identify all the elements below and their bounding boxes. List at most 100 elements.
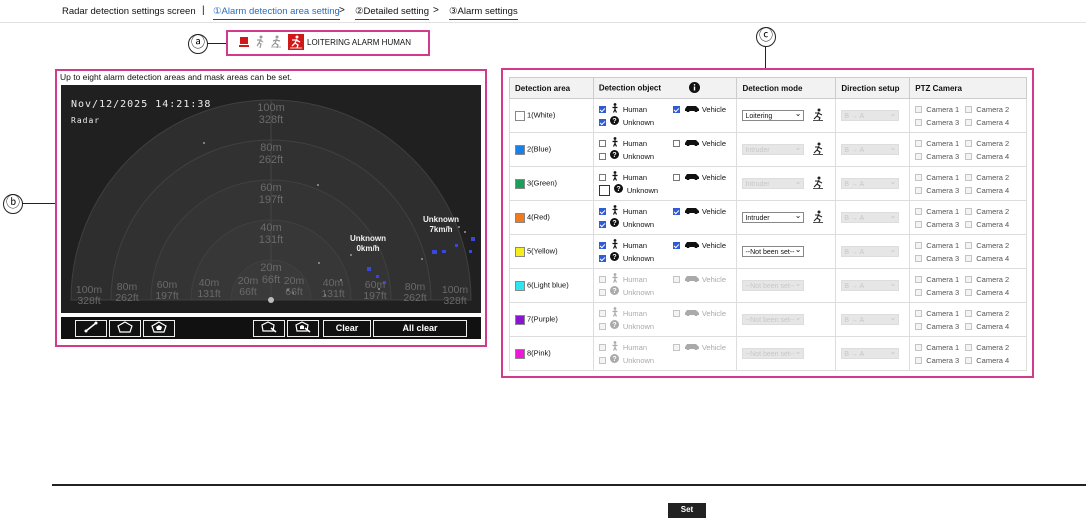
area-label: 1(White) [527, 111, 556, 120]
checkbox[interactable] [598, 153, 606, 161]
baseline-range-label: 197ft [363, 290, 386, 302]
checkbox[interactable] [598, 185, 610, 197]
area-cell: 6(Light blue) [509, 268, 594, 303]
table-row: 3(Green) Human Vehicle? Unknown Intruder B → … [509, 166, 1027, 201]
area-label: 8(Pink) [527, 349, 551, 358]
area-label: 6(Light blue) [527, 281, 569, 290]
human-label: Human [622, 308, 647, 318]
checkbox[interactable] [598, 106, 606, 114]
clear-button[interactable]: Clear [323, 320, 371, 337]
checkbox[interactable] [672, 208, 680, 216]
mode-cell: Intruder [736, 132, 837, 167]
human-icon [610, 306, 620, 321]
callout-leader [207, 43, 226, 44]
range-label: 40m [260, 222, 281, 234]
step-alarm-settings[interactable]: ③Alarm settings [449, 6, 518, 20]
checkbox[interactable] [672, 106, 680, 114]
checkbox[interactable] [598, 221, 606, 229]
svg-text:?: ? [613, 220, 617, 227]
all-clear-button[interactable]: All clear [373, 320, 467, 337]
area-cell: 7(Purple) [509, 302, 594, 337]
direction-cell: B → A [835, 200, 911, 235]
area-cell: 1(White) [509, 98, 594, 133]
radar-origin [268, 297, 274, 303]
polygon-area-button[interactable] [109, 320, 141, 337]
camera-label: Camera 3 [926, 185, 960, 195]
detection-mode-select[interactable]: Intruder [742, 210, 805, 223]
line-draw-button[interactable] [75, 320, 107, 337]
step-detailed-setting[interactable]: ②Detailed setting [355, 6, 430, 20]
line-draw-icon [84, 321, 98, 335]
info-icon[interactable] [689, 81, 701, 95]
ptz-cell: Camera 1 Camera 2 Camera 3 Camera 4 [909, 234, 1027, 269]
checkbox[interactable] [598, 208, 606, 216]
vehicle-label: Vehicle [701, 172, 726, 182]
camera-label: Camera 1 [926, 240, 960, 250]
ptz-cell: Camera 1 Camera 2 Camera 3 Camera 4 [909, 166, 1027, 201]
vehicle-icon [684, 241, 700, 250]
mode-cell: Loitering [736, 98, 837, 133]
unknown-label: Unknown [622, 151, 655, 161]
range-label: 20m [260, 262, 281, 274]
svg-text:?: ? [613, 254, 617, 261]
checkbox[interactable] [672, 242, 680, 250]
checkbox[interactable] [672, 174, 680, 182]
target-label: Unknown [423, 215, 459, 224]
alarm-lamp-icon [238, 35, 250, 51]
ptz-cell: Camera 1 Camera 2 Camera 3 Camera 4 [909, 132, 1027, 167]
vehicle-label: Vehicle [701, 138, 726, 148]
vehicle-icon [684, 173, 700, 182]
unknown-label: Unknown [622, 287, 655, 297]
checkbox [965, 276, 973, 284]
svg-text:?: ? [613, 118, 617, 125]
mode-cell: --Not been set-- [736, 268, 837, 303]
object-cell: Human Vehicle? Unknown [592, 336, 738, 371]
ptz-cell: Camera 1 Camera 2 Camera 3 Camera 4 [909, 302, 1027, 337]
checkbox[interactable] [598, 174, 606, 182]
edit-area-button[interactable] [253, 320, 285, 337]
checkbox[interactable] [672, 140, 680, 148]
radar-display[interactable]: 100m 328ft 80m 262ft 60m 197ft 40m 131ft… [61, 85, 481, 313]
step-area-setting[interactable]: ①Alarm detection area setting [213, 6, 340, 20]
table-row: 7(Purple) Human Vehicle? Unknown --Not been … [509, 302, 1027, 337]
checkbox [598, 323, 606, 331]
polygon-area-icon [117, 321, 133, 335]
checkbox[interactable] [598, 255, 606, 263]
detection-mode-select[interactable]: --Not been set-- [742, 244, 805, 257]
checkbox[interactable] [598, 242, 606, 250]
loitering-alarm-icon [288, 34, 304, 52]
detection-mode-select: --Not been set-- [742, 278, 805, 291]
detection-area-table: Detection area Detection object Detectio… [509, 77, 1027, 371]
human-icon [610, 136, 620, 151]
callout-leader [765, 46, 766, 68]
radar-view-panel: Up to eight alarm detection areas and ma… [55, 69, 487, 347]
alarm-status-bar: LOITERING ALARM HUMAN [226, 30, 430, 56]
checkbox[interactable] [598, 140, 606, 148]
col-header-object: Detection object [592, 77, 738, 99]
area-toolbar: Clear All clear [61, 317, 481, 339]
baseline-range-label: 328ft [443, 295, 466, 307]
step-arrow: > [339, 5, 345, 16]
checkbox [915, 357, 923, 365]
detection-mode-select[interactable]: Loitering [742, 108, 805, 121]
loitering-person-icon [812, 108, 824, 123]
mask-area-button[interactable] [143, 320, 175, 337]
camera-label: Camera 2 [976, 172, 1010, 182]
edit-mask-button[interactable] [287, 320, 319, 337]
area-color-swatch [515, 246, 525, 257]
set-button[interactable]: Set [668, 503, 706, 518]
baseline-range-label: 262ft [403, 292, 426, 304]
checkbox[interactable] [598, 119, 606, 127]
table-row: 8(Pink) Human Vehicle? Unknown --Not been se… [509, 336, 1027, 371]
checkbox [598, 344, 606, 352]
range-label: 262ft [259, 154, 283, 166]
area-color-swatch [515, 212, 525, 223]
radar-label: Radar [71, 116, 101, 125]
area-label: 7(Purple) [527, 315, 558, 324]
direction-cell: B → A [835, 98, 911, 133]
camera-label: Camera 2 [976, 206, 1010, 216]
loitering-person-icon [812, 210, 824, 225]
unknown-icon: ? [610, 218, 620, 231]
baseline-range-label: 66ft [239, 286, 257, 298]
object-cell: Human Vehicle? Unknown [592, 132, 738, 167]
